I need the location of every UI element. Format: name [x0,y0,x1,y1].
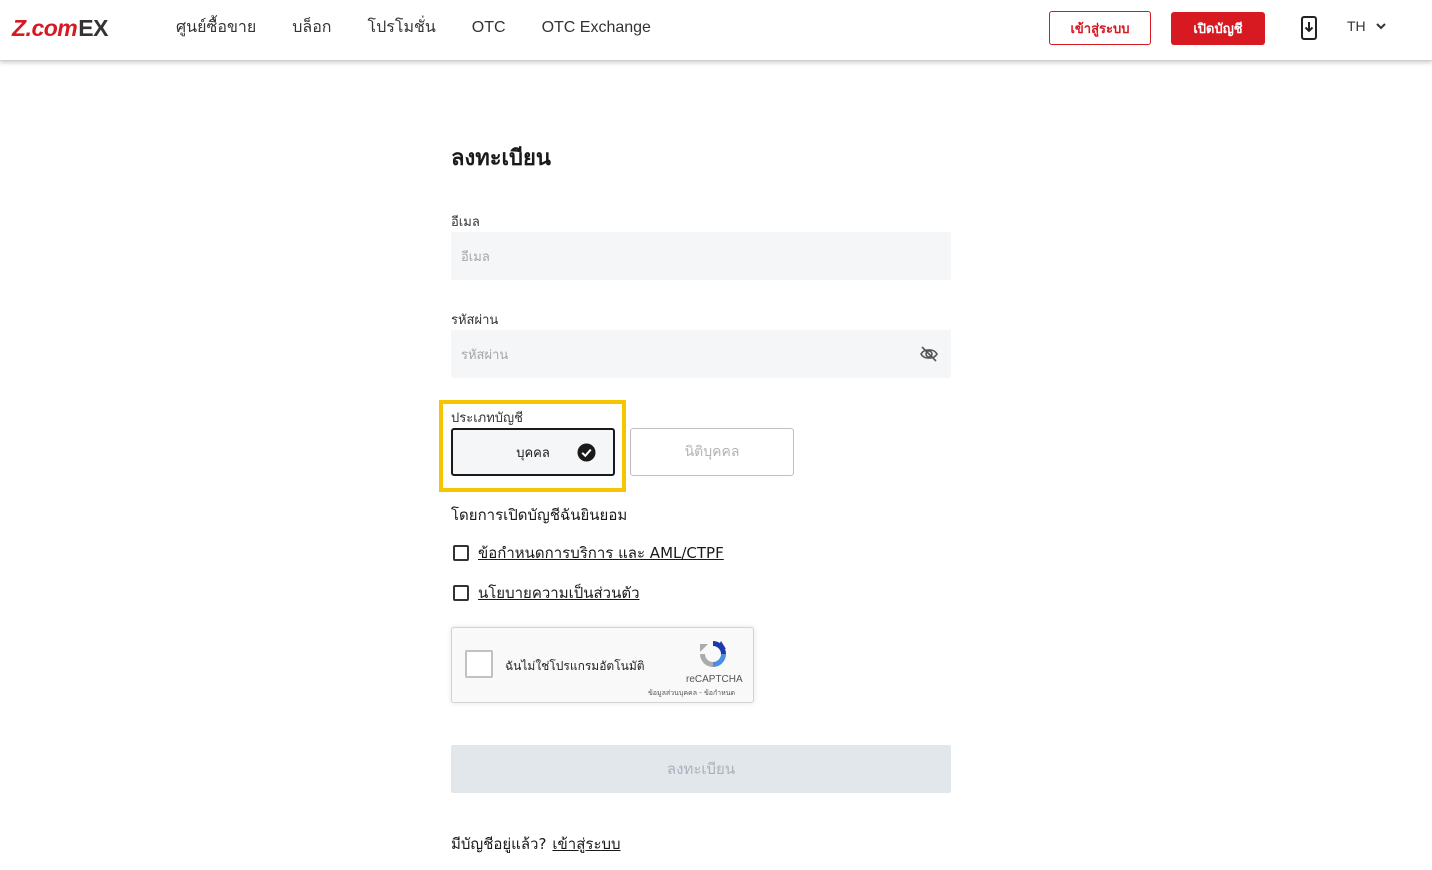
check-circle-icon [577,443,596,462]
recaptcha-widget: ฉันไม่ใช่โปรแกรมอัตโนมัติ reCAPTCHA ข้อม… [451,627,754,703]
recaptcha-label: ฉันไม่ใช่โปรแกรมอัตโนมัติ [505,659,645,673]
recaptcha-brand: reCAPTCHA [686,674,743,685]
terms-checkbox[interactable] [453,545,469,561]
logo[interactable]: Z.com EX [12,14,108,42]
has-account-row: มีบัญชีอยู่แล้ว? เข้าสู่ระบบ [451,832,621,856]
page-title: ลงทะเบียน [451,146,551,171]
app-download-icon[interactable] [1300,16,1318,40]
login-link[interactable]: เข้าสู่ระบบ [552,835,620,853]
account-type-corporate[interactable]: นิติบุคคล [630,428,794,476]
nav-item-promotion[interactable]: โปรโมชั่น [368,17,436,39]
eye-off-icon[interactable] [919,344,939,364]
terms-link[interactable]: ข้อกำหนดการบริการ และ AML/CTPF [478,541,724,565]
terms-row: ข้อกำหนดการบริการ และ AML/CTPF [451,541,724,565]
open-account-button[interactable]: เปิดบัญชี [1171,12,1265,45]
privacy-row: นโยบายความเป็นส่วนตัว [451,581,640,605]
account-type-individual[interactable]: บุคคล [451,428,615,476]
nav-item-blog[interactable]: บล็อก [292,17,331,39]
login-button[interactable]: เข้าสู่ระบบ [1049,11,1151,45]
top-header: Z.com EX ศูนย์ซื้อขาย บล็อก โปรโมชั่น OTC… [0,0,1432,61]
password-placeholder: รหัสผ่าน [461,347,509,363]
language-label: TH [1347,18,1366,34]
recaptcha-links[interactable]: ข้อมูลส่วนบุคคล - ข้อกำหนด [648,688,735,699]
email-field[interactable]: อีเมล [451,232,951,280]
has-account-text: มีบัญชีอยู่แล้ว? [451,835,547,853]
nav-item-otc-exchange[interactable]: OTC Exchange [542,17,651,39]
nav-item-trading-center[interactable]: ศูนย์ซื้อขาย [176,17,256,39]
password-label: รหัสผ่าน [451,313,499,328]
consent-text: โดยการเปิดบัญชีฉันยินยอม [451,506,628,524]
recaptcha-checkbox[interactable] [465,650,493,678]
privacy-link[interactable]: นโยบายความเป็นส่วนตัว [478,581,640,605]
privacy-checkbox[interactable] [453,585,469,601]
account-type-corporate-label: นิติบุคคล [684,444,740,460]
account-type-individual-label: บุคคล [516,445,550,461]
recaptcha-logo-icon [700,641,726,667]
logo-suffix: EX [78,14,108,41]
chevron-down-icon [1375,22,1386,29]
email-placeholder: อีเมล [461,249,490,265]
nav-item-otc[interactable]: OTC [472,17,506,39]
password-field[interactable]: รหัสผ่าน [451,330,951,378]
logo-brand: Z.com [12,14,78,41]
register-button[interactable]: ลงทะเบียน [451,745,951,793]
main-nav: ศูนย์ซื้อขาย บล็อก โปรโมชั่น OTC OTC Exc… [176,17,687,39]
account-type-label: ประเภทบัญชี [451,411,523,426]
language-selector[interactable]: TH [1347,18,1386,34]
email-label: อีเมล [451,215,480,230]
